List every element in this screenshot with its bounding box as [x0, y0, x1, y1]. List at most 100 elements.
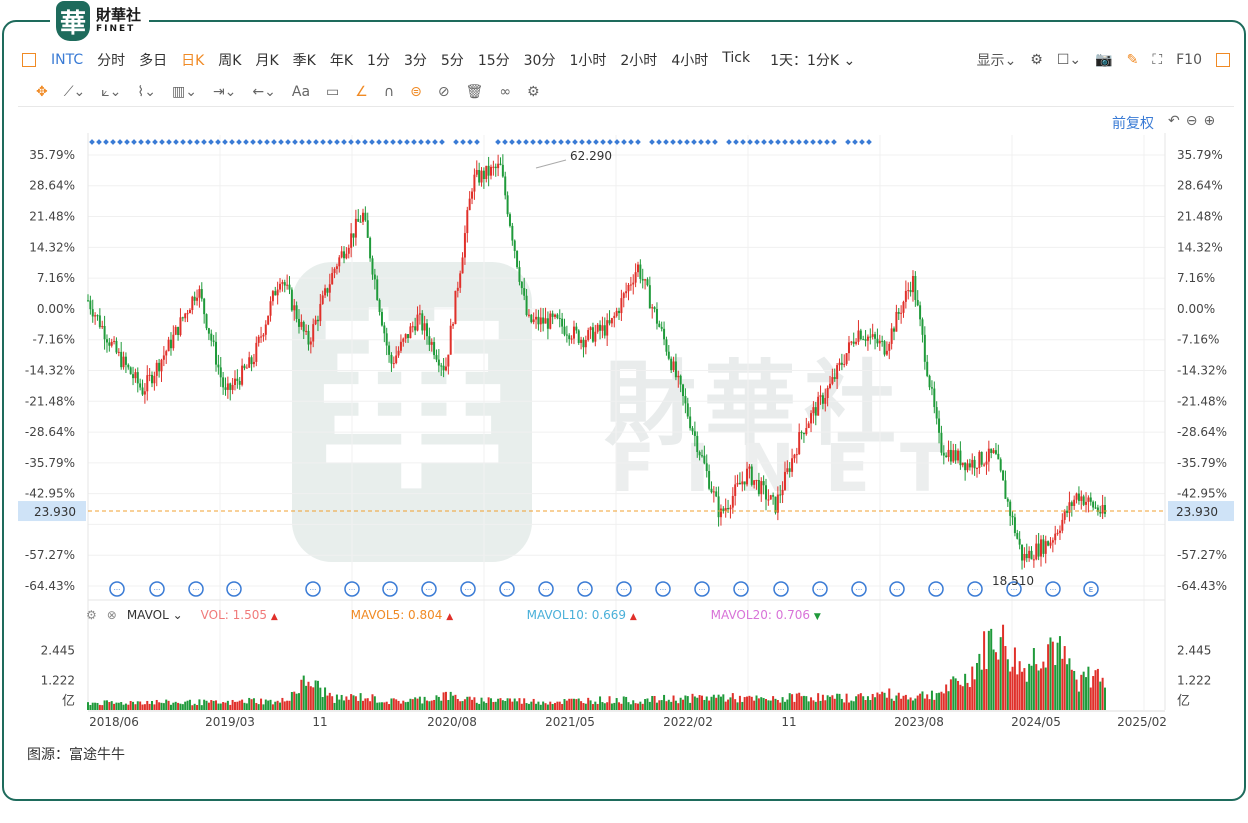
volume-bar: [769, 700, 772, 710]
candle-body: [734, 484, 737, 496]
volume-bar: [172, 702, 175, 710]
candle-body: [117, 351, 120, 353]
event-marker: [635, 139, 641, 145]
candle-body: [874, 334, 877, 339]
volume-bar: [506, 698, 509, 710]
volume-bar: [966, 682, 969, 710]
candle-body: [893, 328, 896, 332]
candle-body: [641, 278, 644, 281]
event-marker: [250, 139, 256, 145]
volume-bar: [734, 699, 737, 710]
volume-bar: [997, 659, 1000, 710]
volume-bar: [1030, 665, 1033, 710]
event-icon-glyph: ···: [465, 586, 472, 594]
volume-bar: [357, 700, 360, 710]
candle-body: [352, 233, 355, 238]
volume-bar: [618, 702, 621, 710]
candle-body: [942, 452, 945, 456]
volume-bar: [91, 702, 94, 710]
candle-body: [795, 454, 798, 456]
volume-bar: [463, 699, 466, 710]
volume-bar: [300, 679, 303, 710]
volume-bar: [262, 704, 265, 710]
volume-bar: [96, 702, 99, 710]
volume-bar: [1042, 661, 1045, 710]
candle-body: [900, 312, 903, 314]
candle-body: [146, 375, 149, 392]
y-tick-right: 21.48%: [1177, 210, 1223, 224]
volume-bar: [824, 700, 827, 710]
volume-bar: [290, 692, 293, 710]
candle-body: [826, 388, 829, 399]
candle-body: [200, 289, 203, 299]
volume-bar: [859, 693, 862, 710]
indicator-settings-icon[interactable]: ⚙: [86, 608, 97, 622]
candle-body: [1044, 541, 1047, 554]
candle-body: [475, 169, 478, 175]
volume-bar: [693, 696, 696, 710]
volume-bar: [497, 698, 500, 710]
event-marker: [257, 139, 263, 145]
volume-bar: [520, 703, 523, 710]
candle-body: [530, 314, 533, 323]
event-marker: [187, 139, 193, 145]
volume-bar: [314, 680, 317, 710]
volume-bar: [703, 699, 706, 710]
indicator-close-icon[interactable]: ⊗: [107, 608, 117, 622]
candle-body: [836, 365, 839, 379]
candle-body: [677, 375, 680, 378]
candle-body: [1087, 497, 1090, 502]
volume-bar: [719, 696, 722, 710]
volume-bar: [212, 700, 215, 710]
candle-body: [226, 383, 229, 390]
volume-bar: [264, 699, 267, 710]
volume-bar: [919, 693, 922, 710]
volume-bar: [985, 669, 988, 710]
volume-bar: [174, 701, 177, 710]
candle-body: [205, 314, 208, 329]
volume-bar: [897, 692, 900, 710]
volume-bar: [399, 703, 402, 710]
event-marker: [390, 139, 396, 145]
volume-bar: [1016, 674, 1019, 710]
event-marker: [782, 139, 788, 145]
volume-bar: [1075, 679, 1078, 710]
candle-body: [772, 495, 775, 497]
candle-body: [691, 428, 694, 432]
volume-bar: [888, 688, 891, 710]
volume-bar: [565, 700, 568, 710]
volume-bar: [508, 698, 511, 710]
volume-bar: [411, 699, 414, 710]
event-icon-glyph: ···: [817, 586, 824, 594]
candle-body: [975, 467, 978, 469]
volume-bar: [812, 700, 815, 710]
candle-body: [347, 247, 350, 254]
high-label: 62.290: [570, 149, 612, 163]
volume-bar: [1049, 637, 1052, 710]
volume-bar: [814, 701, 817, 710]
volume-bar: [587, 697, 590, 710]
volume-bar: [433, 699, 436, 710]
y-tick-left: -21.48%: [25, 394, 75, 408]
volume-bar: [620, 703, 623, 710]
candle-body: [523, 288, 526, 296]
volume-bar: [1047, 644, 1050, 710]
candle-body: [672, 361, 675, 371]
candle-body: [402, 338, 405, 342]
candle-body: [331, 272, 334, 285]
candle-body: [973, 459, 976, 469]
indicator-name[interactable]: MAVOL ⌄: [127, 608, 183, 622]
candle-body: [136, 372, 139, 384]
candle-body: [791, 458, 794, 472]
brand-name-en: FINET: [96, 24, 136, 34]
volume-bar: [395, 699, 398, 710]
y-tick-right: 14.32%: [1177, 240, 1223, 254]
candle-body: [437, 359, 440, 366]
volume-bar: [115, 702, 118, 710]
indicator-legend: ⚙ ⊗ MAVOL ⌄ VOL: 1.505 ▲ MAVOL5: 0.804 ▲…: [86, 606, 821, 624]
candle-body: [153, 375, 156, 384]
candle-body: [1089, 497, 1092, 502]
candle-body: [532, 319, 535, 323]
volume-bar: [378, 702, 381, 710]
volume-bar: [335, 694, 338, 710]
